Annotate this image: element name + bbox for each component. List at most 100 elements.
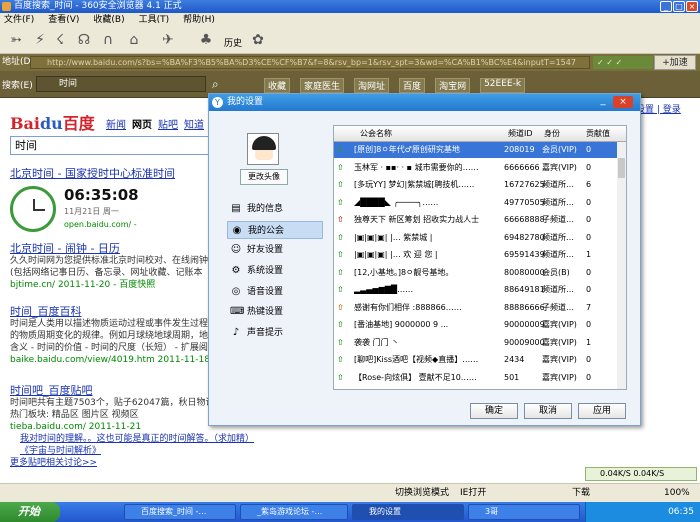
- baidu-query-input[interactable]: 时间: [10, 136, 210, 155]
- history-label[interactable]: 历史: [224, 36, 242, 49]
- fav-item[interactable]: 家庭医生: [300, 78, 345, 93]
- home-icon[interactable]: ⌂: [124, 31, 144, 49]
- result-title[interactable]: 北京时间 - 闹钟 - 日历: [10, 243, 210, 255]
- paw-icon[interactable]: ✿: [248, 31, 268, 49]
- ie-open-button[interactable]: IE打开: [460, 484, 486, 503]
- switch-mode-button[interactable]: 切换浏览模式: [395, 484, 449, 503]
- fav-item[interactable]: 淘网址: [354, 78, 390, 93]
- table-row[interactable]: ⇧ [多玩YY] 梦幻|紫禁城[聘技机…… 16727625 频道所… 6: [334, 177, 626, 193]
- back-icon[interactable]: ➳: [6, 31, 26, 49]
- cell-guild-name: |▣|▣|▣| |… 紫禁城 |: [354, 232, 433, 242]
- change-avatar-button[interactable]: 更改头像: [240, 169, 288, 185]
- col-score[interactable]: 贡献值: [586, 126, 610, 142]
- col-guild-name[interactable]: 公会名称: [360, 126, 392, 142]
- voice-icon: ◎: [231, 286, 241, 297]
- scrollbar-thumb[interactable]: [618, 158, 625, 178]
- fav-item[interactable]: 百度: [399, 78, 426, 93]
- clock-icon: [10, 186, 56, 232]
- table-row[interactable]: ⇧ |▣|▣|▣| |… 紫禁城 | 69482780 频道所… 0: [334, 230, 626, 246]
- avatar[interactable]: [247, 133, 279, 165]
- menu-file[interactable]: 文件(F): [4, 13, 34, 27]
- table-row[interactable]: ⇧ 感谢有你们相伴 :888866…… 88886666 子频道… 7: [334, 300, 626, 316]
- fav-item[interactable]: 52EEE-k: [480, 78, 526, 93]
- dialog-close-button[interactable]: ×: [613, 96, 633, 108]
- cancel-button[interactable]: 取消: [524, 403, 572, 419]
- tieba-link[interactable]: 我对时间的理解。。这也可能是真正的时间解答。（求加精）: [20, 434, 254, 444]
- dialog-minimize-button[interactable]: _: [596, 96, 610, 108]
- col-role[interactable]: 身份: [544, 126, 560, 142]
- minimize-button[interactable]: _: [660, 1, 672, 12]
- tieba-link[interactable]: 《宇宙与时间解析》: [20, 446, 101, 456]
- cell-role: 频道所…: [542, 232, 574, 242]
- search-input[interactable]: 时间: [36, 76, 206, 92]
- status-bar: 切换浏览模式 IE打开 下载 100%: [0, 483, 700, 502]
- maximize-button[interactable]: □: [673, 1, 685, 12]
- yy-logo-icon: Y: [212, 97, 223, 108]
- nav-hotkey-settings[interactable]: ⌨ 热键设置: [227, 303, 323, 321]
- system-tray: 06:35: [585, 502, 700, 522]
- search-icon[interactable]: ⌕: [212, 77, 219, 92]
- table-row[interactable]: ⇧ [12,小基地。]8ㅇ靓号基地。 80080000 会员(B) 0: [334, 265, 626, 281]
- cell-guild-name: 袭袭 门门 丶: [354, 337, 400, 347]
- nav-news[interactable]: 新闻: [106, 116, 126, 131]
- cell-role: 会员(B): [542, 267, 570, 277]
- result-links[interactable]: 含义 - 时间的价值 - 时间的尺度（长短） - 扩展阅: [10, 342, 210, 354]
- apply-button[interactable]: 应用: [578, 403, 626, 419]
- fav-item[interactable]: 淘宝网: [435, 78, 471, 93]
- add-accelerate-button[interactable]: +加速: [654, 55, 696, 70]
- baidu-logo[interactable]: Baidu百度: [10, 110, 95, 134]
- arch-icon[interactable]: ∩: [98, 31, 118, 49]
- task-item[interactable]: 3哥: [468, 504, 580, 520]
- fav-item[interactable]: 收藏: [264, 78, 291, 93]
- table-scrollbar[interactable]: [617, 142, 626, 389]
- table-row[interactable]: ⇧ [原创]8ㅇ年代♂原创研究基地 208019 会员(VIP) 0: [334, 142, 626, 158]
- bamboo-icon[interactable]: ♣: [196, 31, 216, 49]
- menu-help[interactable]: 帮助(H): [183, 13, 215, 27]
- table-row[interactable]: ⇧ 【Rose-向炫俱】 壹献不足10…… 501 嘉宾(VIP) 0: [334, 370, 626, 386]
- menu-favorites[interactable]: 收藏(B): [93, 13, 124, 27]
- taskbar: 开始 百度搜索_时间 -… _紫岛游戏论坛 -… 我的设置 3哥 06:35: [0, 502, 700, 522]
- nav-tieba[interactable]: 贴吧: [158, 116, 178, 131]
- table-row[interactable]: ⇧ |▣|▣|▣| |… 欢 迎 您 | 69591439 频道所… 1: [334, 247, 626, 263]
- zoom-level[interactable]: 100%: [664, 484, 690, 503]
- nav-zhidao[interactable]: 知道: [184, 116, 204, 131]
- nav-my-info[interactable]: ▤ 我的信息: [227, 200, 323, 218]
- table-row[interactable]: ⇧ 玉林军 · ▪▪· · ▪ 城市需要你的…… 6666666 嘉宾(VIP) 0: [334, 160, 626, 176]
- guild-icon: ⇧: [337, 320, 344, 329]
- table-row[interactable]: ⇧ 独尊天下 新区筹划 招收实力战人士 66668888 子频道… 0: [334, 212, 626, 228]
- refresh-icon[interactable]: ☇: [50, 31, 70, 49]
- task-item[interactable]: 我的设置: [352, 504, 464, 520]
- more-tieba-link[interactable]: 更多贴吧相关讨论>>: [10, 458, 97, 468]
- task-item[interactable]: _紫岛游戏论坛 -…: [240, 504, 348, 520]
- nav-sound-alert[interactable]: ♪ 声音提示: [227, 324, 323, 342]
- col-channel-id[interactable]: 频道ID: [508, 126, 533, 142]
- table-row[interactable]: ⇧ [番油基地] 9000000 9 ... 90000009 嘉宾(VIP) 0: [334, 317, 626, 333]
- start-button[interactable]: 开始: [0, 502, 60, 522]
- result-title[interactable]: 北京时间 - 国家授时中心标准时间: [10, 168, 210, 181]
- menu-tools[interactable]: 工具(T): [139, 13, 170, 27]
- hotkey-icon: ⌨: [230, 306, 245, 317]
- address-label: 地址(D): [2, 57, 34, 67]
- nav-friend-settings[interactable]: ☺ 好友设置: [227, 241, 323, 259]
- nav-voice-settings[interactable]: ◎ 语音设置: [227, 283, 323, 301]
- nav-system-settings[interactable]: ⚙ 系统设置: [227, 262, 323, 280]
- nav-my-guild[interactable]: ◉ 我的公会: [227, 221, 323, 239]
- logo-bai: Bai: [10, 114, 40, 133]
- bird-icon[interactable]: ✈: [158, 31, 178, 49]
- table-row[interactable]: ⇧ ▂▃▄▅▆▇█…… 88649181 频道所… 0: [334, 282, 626, 298]
- friend-icon: ☺: [230, 244, 242, 255]
- table-row[interactable]: ⇧ 袭袭 门门 丶 90009000 嘉宾(VIP) 1: [334, 335, 626, 351]
- address-input[interactable]: http://www.baidu.com/s?bs=%BA%F3%B5%BA%D…: [30, 56, 590, 69]
- settings-login-links[interactable]: 设置 | 登录: [636, 102, 681, 115]
- ok-button[interactable]: 确定: [470, 403, 518, 419]
- close-button[interactable]: ×: [686, 1, 698, 12]
- stop-icon[interactable]: ☊: [74, 31, 94, 49]
- download-button[interactable]: 下载: [572, 484, 590, 503]
- window-title-bar: 百度搜索_时间 - 360安全浏览器 4.1 正式 _ □ ×: [0, 0, 700, 13]
- table-row[interactable]: ⇧ ◢████◣ ╭────╮…… 49770505 频道所… 0: [334, 195, 626, 211]
- task-item[interactable]: 百度搜索_时间 -…: [124, 504, 236, 520]
- forward-icon[interactable]: ⚡: [30, 31, 50, 49]
- result-title[interactable]: 时间_百度百科: [10, 306, 210, 318]
- menu-view[interactable]: 查看(V): [48, 13, 79, 27]
- table-row[interactable]: ⇧ [聊吧]Kiss酒吧【视频◆直播】…… 2434 嘉宾(VIP) 0: [334, 352, 626, 368]
